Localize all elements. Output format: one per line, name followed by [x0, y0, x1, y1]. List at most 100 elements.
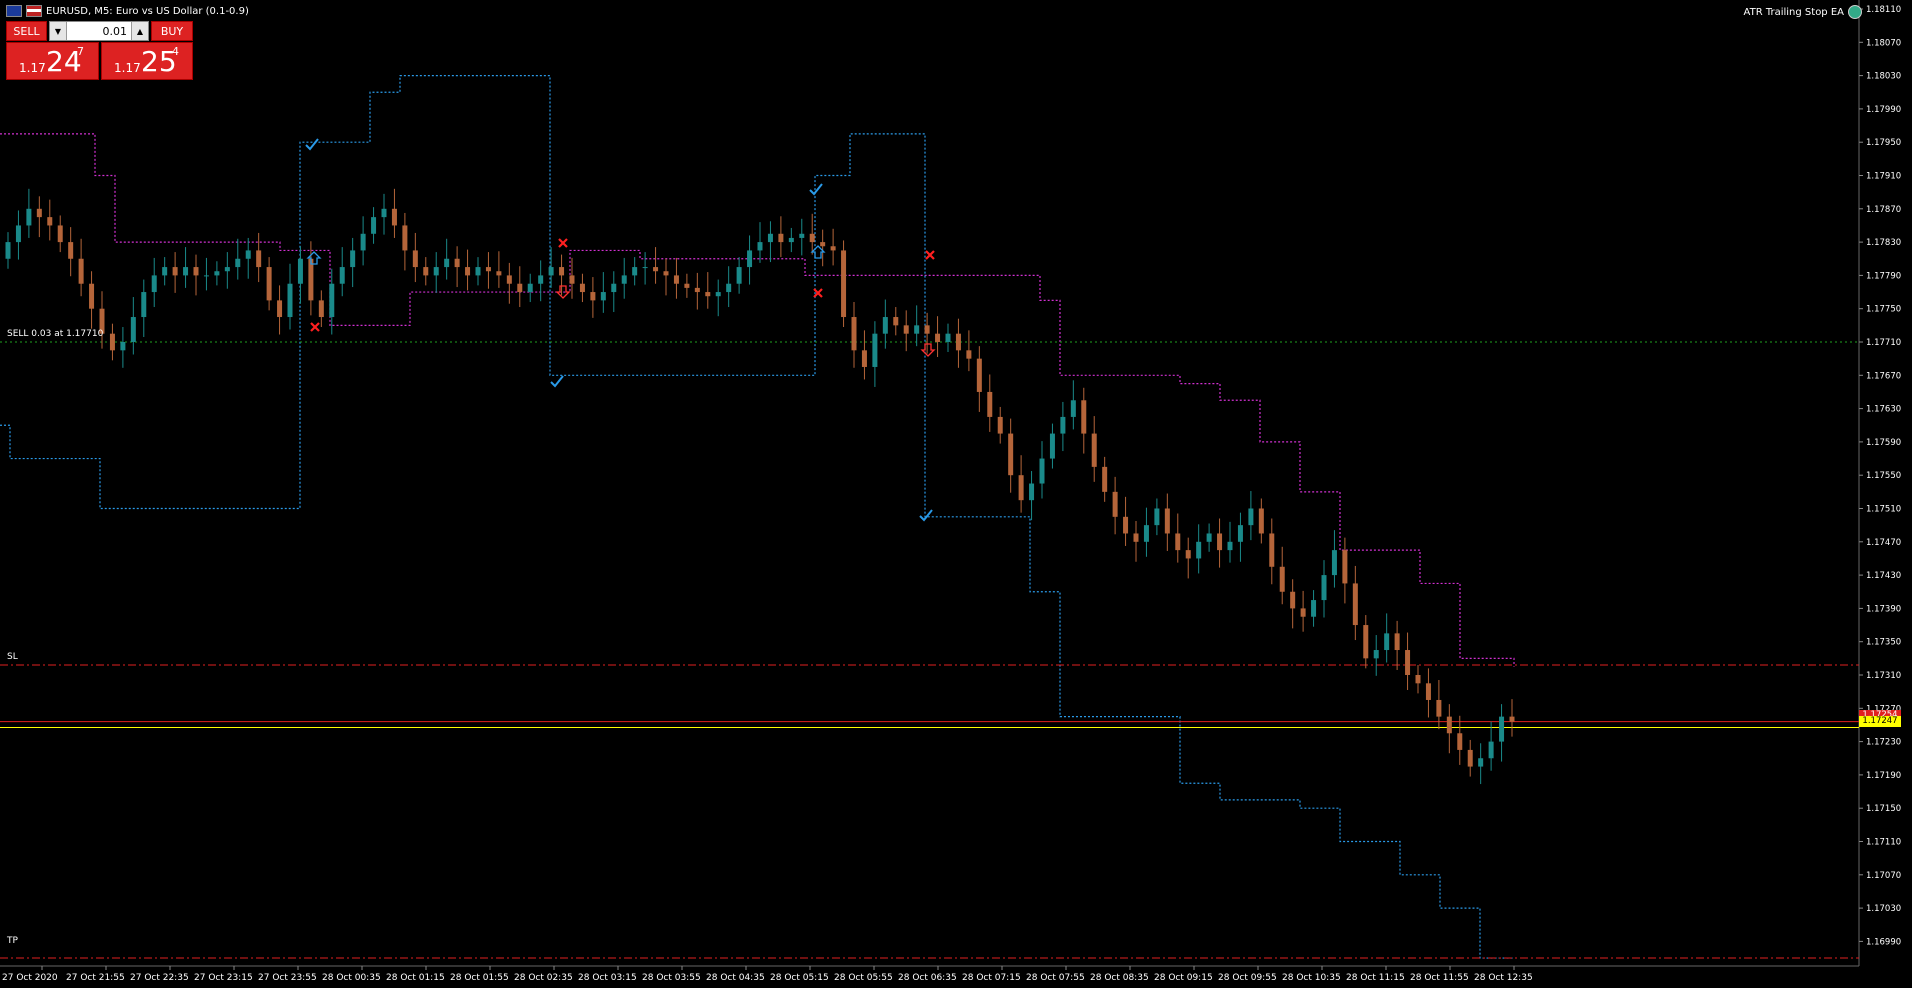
candle-body — [1405, 650, 1411, 675]
candle-body — [1499, 716, 1505, 742]
candle-body — [444, 258, 450, 268]
sell-price-button[interactable]: 1.17 24 7 — [6, 42, 99, 80]
candle-body — [611, 283, 617, 293]
candle-body — [559, 267, 565, 276]
candle-body — [1102, 466, 1108, 492]
time-tick-label: 28 Oct 01:55 — [450, 973, 509, 983]
ea-name: ATR Trailing Stop EA — [1743, 6, 1844, 18]
time-tick-label: 28 Oct 05:15 — [770, 973, 829, 983]
candle-body — [1133, 533, 1139, 542]
candle-body — [1091, 433, 1097, 467]
candle-body — [1237, 525, 1243, 542]
sell-price-point: 7 — [77, 45, 84, 58]
candle-body — [1279, 566, 1285, 592]
candle-body — [1018, 475, 1024, 501]
chart-header: EURUSD, M5: Euro vs US Dollar (0.1-0.9) — [6, 5, 249, 17]
sell-button[interactable]: SELL — [6, 21, 47, 41]
candle-body — [329, 283, 335, 318]
ea-status-icon[interactable] — [1848, 5, 1862, 19]
candle-body — [851, 317, 857, 351]
time-tick-label: 28 Oct 07:15 — [962, 973, 1021, 983]
candle-body — [256, 250, 262, 268]
candle-body — [1488, 741, 1494, 759]
candle-body — [736, 267, 742, 284]
price-tick-label: 1.17030 — [1866, 904, 1901, 914]
candle-body — [600, 292, 606, 301]
candle-body — [517, 283, 523, 293]
candle-body — [778, 233, 784, 243]
buy-price-button[interactable]: 1.17 25 4 — [101, 42, 193, 80]
candle-body — [433, 267, 439, 276]
candle-body — [57, 225, 63, 243]
price-tick-label: 1.17230 — [1866, 738, 1901, 748]
price-tick-label: 1.17070 — [1866, 871, 1901, 881]
candle-body — [809, 233, 815, 243]
candle-body — [830, 246, 836, 251]
candle-body — [1436, 699, 1442, 717]
candle-body — [15, 225, 21, 243]
price-tick-label: 1.17470 — [1866, 538, 1901, 548]
candle-body — [151, 275, 157, 293]
candle-body — [297, 258, 303, 284]
candle-body — [193, 267, 199, 276]
candle-body — [955, 333, 961, 351]
candle-body — [475, 267, 481, 276]
one-click-trading-panel: SELL ▼ ▲ BUY 1.17 24 7 1.17 25 4 — [6, 21, 193, 80]
candle-body — [1049, 433, 1055, 459]
candle-body — [78, 258, 84, 284]
candle-body — [245, 250, 251, 259]
candle-body — [1446, 716, 1452, 734]
candle-body — [214, 271, 220, 276]
time-tick-label: 28 Oct 09:15 — [1154, 973, 1213, 983]
candle-body — [1363, 625, 1369, 659]
candle-body — [1185, 550, 1191, 559]
price-tick-label: 1.17110 — [1866, 838, 1901, 848]
candle-body — [632, 267, 638, 276]
candle-body — [1008, 433, 1014, 476]
candle-body — [590, 292, 596, 301]
candle-body — [642, 267, 648, 269]
candle-body — [1196, 541, 1202, 559]
candle-body — [1331, 550, 1337, 576]
candle-body — [1509, 716, 1515, 722]
candle-body — [381, 208, 387, 218]
candle-body — [68, 242, 74, 259]
time-tick-label: 28 Oct 04:35 — [706, 973, 765, 983]
candle-body — [705, 292, 711, 297]
price-tick-label: 1.17550 — [1866, 471, 1901, 481]
candle-body — [1290, 591, 1296, 609]
candle-body — [454, 258, 460, 268]
buy-button[interactable]: BUY — [151, 21, 193, 41]
candle-body — [1143, 525, 1149, 542]
lot-increase-button[interactable]: ▲ — [131, 22, 148, 40]
lot-decrease-button[interactable]: ▼ — [50, 22, 67, 40]
candle-body — [1029, 483, 1035, 501]
candle-body — [579, 283, 585, 293]
candle-body — [569, 275, 575, 284]
price-tick-label: 1.17510 — [1866, 505, 1901, 515]
time-tick-label: 28 Oct 03:55 — [642, 973, 701, 983]
candle-body — [485, 267, 491, 272]
price-chart[interactable]: 1.18110 1.18070 1.18030 1.17990 1.17950 1.179… — [0, 0, 1912, 988]
candle-body — [663, 271, 669, 276]
candle-body — [841, 250, 847, 318]
price-tick-label: 1.17190 — [1866, 771, 1901, 781]
time-tick-label: 27 Oct 21:55 — [66, 973, 125, 983]
candle-body — [1164, 508, 1170, 534]
candle-body — [224, 267, 230, 272]
candle-body — [945, 333, 951, 342]
candle-body — [266, 267, 272, 301]
candle-body — [36, 208, 42, 218]
price-tick-label: 1.17830 — [1866, 238, 1901, 248]
candle-body — [1457, 733, 1463, 750]
candle-body — [371, 217, 377, 234]
candle-body — [1154, 508, 1160, 526]
time-tick-label: 27 Oct 23:15 — [194, 973, 253, 983]
lot-size-input[interactable] — [67, 22, 131, 40]
candle-body — [987, 391, 993, 417]
candle-body — [1478, 758, 1484, 767]
candle-body — [1258, 508, 1264, 534]
candle-body — [1227, 541, 1233, 551]
bid-price-label: 1.17247 — [1859, 716, 1901, 727]
candle-body — [726, 283, 732, 293]
